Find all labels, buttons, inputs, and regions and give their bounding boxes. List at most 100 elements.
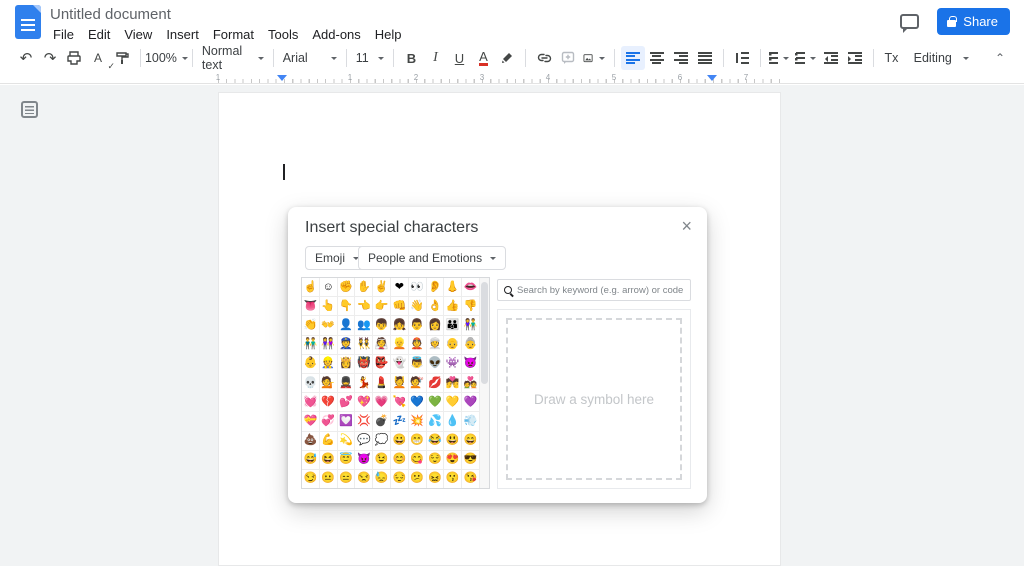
emoji-cell[interactable]: 👭 [320, 336, 338, 355]
emoji-cell[interactable]: 👬 [302, 336, 320, 355]
emoji-cell[interactable]: 😒 [355, 470, 373, 489]
zoom-select[interactable]: 100% [147, 46, 186, 70]
emoji-cell[interactable]: 😂 [427, 432, 445, 451]
emoji-cell[interactable]: 👂 [427, 278, 445, 297]
emoji-cell[interactable]: 😃 [444, 432, 462, 451]
align-left-button[interactable] [621, 46, 645, 70]
emoji-cell[interactable]: 💇 [409, 374, 427, 393]
subcategory-dropdown[interactable]: People and Emotions [358, 246, 506, 270]
emoji-cell[interactable]: 😁 [409, 432, 427, 451]
emoji-cell[interactable]: 👪 [444, 316, 462, 335]
emoji-cell[interactable]: 💜 [462, 393, 480, 412]
emoji-cell[interactable]: 👏 [302, 316, 320, 335]
font-select[interactable]: Arial [280, 46, 340, 70]
emoji-cell[interactable]: 😆 [320, 451, 338, 470]
emoji-cell[interactable]: 😎 [462, 451, 480, 470]
close-icon[interactable]: × [677, 214, 696, 239]
menu-help[interactable]: Help [368, 25, 409, 44]
emoji-cell[interactable]: 👵 [462, 336, 480, 355]
emoji-cell[interactable]: 👱 [391, 336, 409, 355]
emoji-cell[interactable]: ✋ [355, 278, 373, 297]
emoji-cell[interactable]: 💬 [355, 432, 373, 451]
emoji-cell[interactable]: 💘 [391, 393, 409, 412]
emoji-cell[interactable]: 😇 [338, 451, 356, 470]
menu-file[interactable]: File [46, 25, 81, 44]
emoji-cell[interactable]: 👳 [427, 336, 445, 355]
menu-format[interactable]: Format [206, 25, 261, 44]
line-spacing-button[interactable] [730, 46, 754, 70]
emoji-cell[interactable]: ☺ [320, 278, 338, 297]
insert-link-button[interactable] [532, 46, 556, 70]
decrease-indent-button[interactable] [819, 46, 843, 70]
emoji-cell[interactable]: 👴 [444, 336, 462, 355]
emoji-cell[interactable]: 💛 [444, 393, 462, 412]
emoji-cell[interactable]: 💨 [462, 412, 480, 431]
emoji-cell[interactable]: 👆 [320, 297, 338, 316]
emoji-cell[interactable]: 👮 [338, 336, 356, 355]
emoji-cell[interactable]: 💧 [444, 412, 462, 431]
emoji-cell[interactable]: 👻 [391, 355, 409, 374]
emoji-cell[interactable]: 👌 [427, 297, 445, 316]
emoji-cell[interactable]: 👰 [373, 336, 391, 355]
emoji-cell[interactable]: 👀 [409, 278, 427, 297]
emoji-grid-scrollbar[interactable] [480, 278, 489, 488]
emoji-cell[interactable]: 💝 [302, 412, 320, 431]
collapse-toolbar-button[interactable]: ⌃ [988, 46, 1012, 70]
emoji-cell[interactable]: 😐 [320, 470, 338, 489]
emoji-cell[interactable]: 👈 [355, 297, 373, 316]
emoji-cell[interactable]: 💭 [373, 432, 391, 451]
emoji-cell[interactable]: 💀 [302, 374, 320, 393]
align-center-button[interactable] [645, 46, 669, 70]
draw-symbol-dashed-area[interactable]: Draw a symbol here [506, 318, 682, 480]
align-right-button[interactable] [669, 46, 693, 70]
emoji-cell[interactable]: 👺 [373, 355, 391, 374]
emoji-cell[interactable]: 😗 [444, 470, 462, 489]
emoji-cell[interactable]: 👶 [302, 355, 320, 374]
menu-add-ons[interactable]: Add-ons [305, 25, 367, 44]
docs-logo-icon[interactable] [15, 5, 41, 39]
search-input[interactable] [517, 285, 684, 296]
emoji-cell[interactable]: 👷 [320, 355, 338, 374]
emoji-cell[interactable]: 😑 [338, 470, 356, 489]
emoji-cell[interactable]: 💙 [409, 393, 427, 412]
bulleted-list-button[interactable] [792, 46, 818, 70]
emoji-cell[interactable]: 💪 [320, 432, 338, 451]
emoji-cell[interactable]: 👾 [444, 355, 462, 374]
redo-button[interactable]: ↷ [38, 46, 62, 70]
emoji-cell[interactable]: 💣 [373, 412, 391, 431]
menu-insert[interactable]: Insert [159, 25, 206, 44]
clear-formatting-button[interactable]: Tx [879, 46, 903, 70]
emoji-cell[interactable]: 💩 [302, 432, 320, 451]
emoji-cell[interactable]: 💏 [444, 374, 462, 393]
paragraph-style-select[interactable]: Normal text [199, 46, 267, 70]
emoji-cell[interactable]: 💁 [320, 374, 338, 393]
emoji-cell[interactable]: 😊 [391, 451, 409, 470]
emoji-cell[interactable]: 💥 [409, 412, 427, 431]
emoji-cell[interactable]: 👨 [409, 316, 427, 335]
emoji-cell[interactable]: 💤 [391, 412, 409, 431]
emoji-cell[interactable]: 💢 [355, 412, 373, 431]
emoji-cell[interactable]: 😋 [409, 451, 427, 470]
emoji-cell[interactable]: 💂 [338, 374, 356, 393]
emoji-cell[interactable]: ☝ [302, 278, 320, 297]
menu-tools[interactable]: Tools [261, 25, 305, 44]
emoji-cell[interactable]: 👥 [355, 316, 373, 335]
emoji-cell[interactable]: 💓 [302, 393, 320, 412]
insert-image-button[interactable] [580, 46, 608, 70]
emoji-cell[interactable]: 👿 [462, 355, 480, 374]
emoji-cell[interactable]: 👯 [355, 336, 373, 355]
emoji-cell[interactable]: ❤ [391, 278, 409, 297]
spellcheck-button[interactable]: A✓ [86, 46, 110, 70]
menu-edit[interactable]: Edit [81, 25, 117, 44]
emoji-cell[interactable]: 💄 [373, 374, 391, 393]
emoji-cell[interactable]: 👅 [302, 297, 320, 316]
emoji-cell[interactable]: 👧 [391, 316, 409, 335]
document-outline-icon[interactable] [21, 101, 38, 118]
emoji-cell[interactable]: 💟 [338, 412, 356, 431]
align-justify-button[interactable] [693, 46, 717, 70]
emoji-cell[interactable]: 👫 [462, 316, 480, 335]
emoji-cell[interactable]: 😔 [391, 470, 409, 489]
emoji-cell[interactable]: ✌ [373, 278, 391, 297]
emoji-cell[interactable]: 💔 [320, 393, 338, 412]
add-comment-button[interactable] [556, 46, 580, 70]
